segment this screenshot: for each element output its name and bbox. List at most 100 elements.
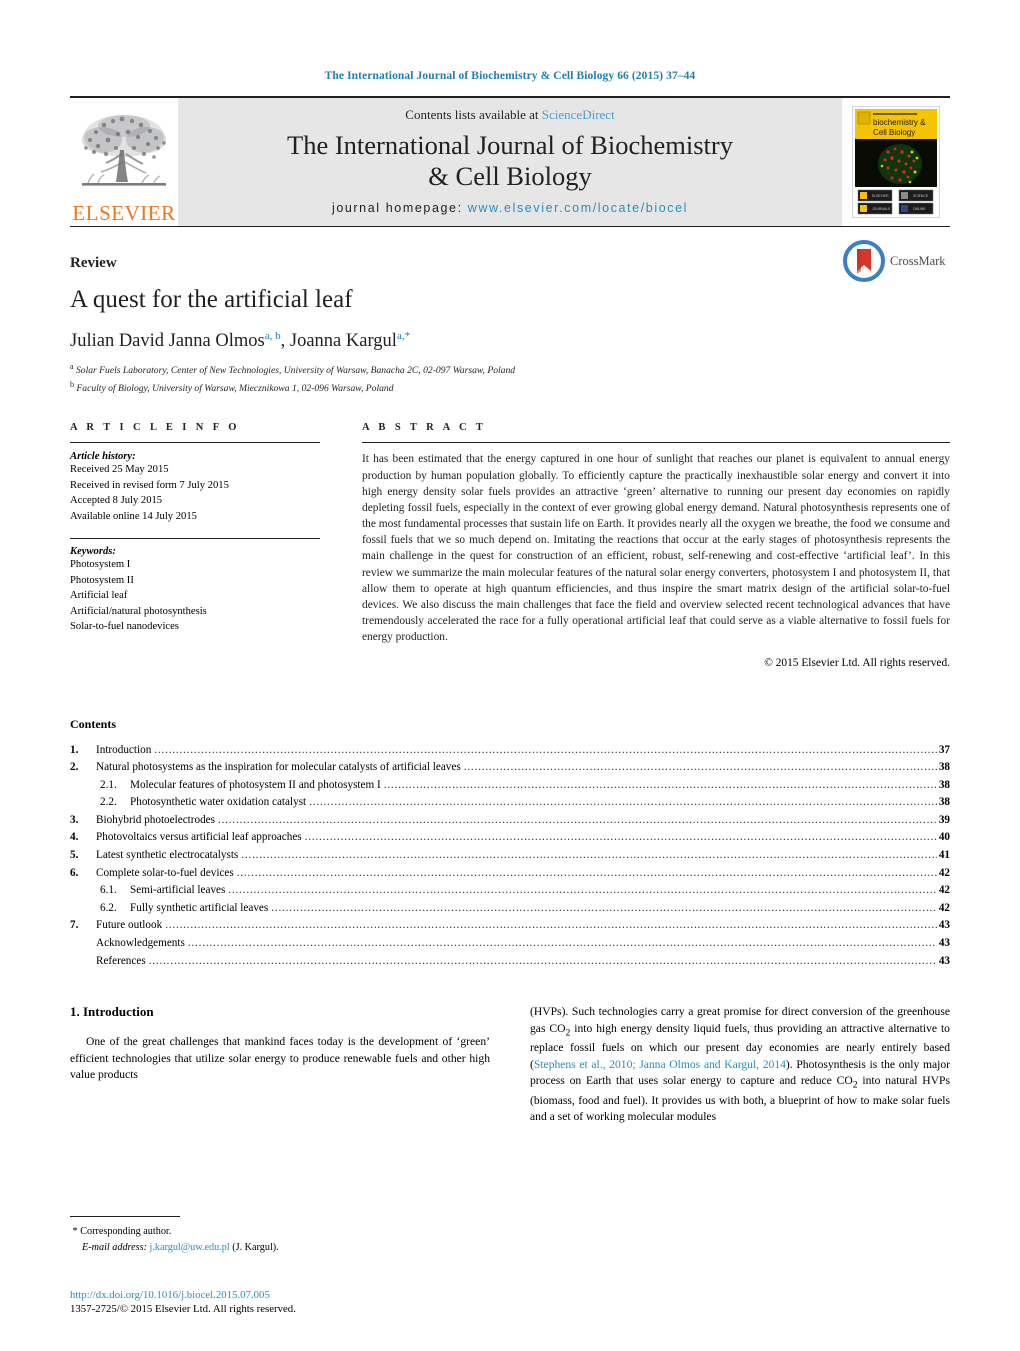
- toc-entry[interactable]: 2.1. Molecular features of photosystem II…: [70, 777, 950, 795]
- article-type-label: Review: [70, 255, 117, 271]
- affiliation-a-marker: a: [70, 362, 74, 372]
- toc-entry[interactable]: 6.2. Fully synthetic artificial leaves...…: [70, 900, 950, 918]
- toc-leader-dots: ........................................…: [309, 796, 937, 809]
- corresponding-author-footnote: * Corresponding author. E-mail address: …: [70, 1216, 470, 1255]
- toc-entry-label: Acknowledgements: [96, 936, 185, 949]
- svg-text:SCIENCE: SCIENCE: [913, 194, 929, 198]
- introduction-heading: 1. Introduction: [70, 1004, 154, 1020]
- toc-entry-page: 41: [938, 849, 950, 862]
- keyword-item: Artificial/natural photosynthesis: [70, 605, 207, 617]
- toc-entry-number: 6.1.: [100, 884, 117, 897]
- journal-homepage-url[interactable]: www.elsevier.com/locate/biocel: [468, 201, 688, 215]
- toc-entry[interactable]: 3. Biohybrid photoelectrodes.............…: [70, 812, 950, 830]
- email-line: E-mail address: j.kargul@uw.edu.pl (J. K…: [70, 1240, 470, 1255]
- journal-homepage-line: journal homepage: www.elsevier.com/locat…: [332, 201, 688, 215]
- email-link[interactable]: j.kargul@uw.edu.pl: [150, 1242, 230, 1253]
- toc-entry-label: Natural photosystems as the inspiration …: [96, 761, 461, 774]
- toc-entry[interactable]: 4. Photovoltaics versus artificial leaf a…: [70, 829, 950, 847]
- toc-entry-page: 38: [938, 796, 950, 809]
- svg-text:JOURNALS: JOURNALS: [872, 207, 891, 211]
- doi-block: http://dx.doi.org/10.1016/j.biocel.2015.…: [70, 1289, 500, 1315]
- toc-entry-page: 42: [938, 884, 950, 897]
- running-head: The International Journal of Biochemistr…: [324, 70, 696, 82]
- contents-available-line: Contents lists available at ScienceDirec…: [405, 107, 614, 123]
- crossmark-label: CrossMark: [890, 253, 946, 268]
- toc-entry-number: 1.: [70, 743, 79, 756]
- toc-entry-label: Photosynthetic water oxidation catalyst: [130, 796, 307, 809]
- info-abstract-region: A R T I C L E I N F O Article history: R…: [70, 422, 950, 669]
- abstract-rule: [362, 442, 950, 444]
- author-list: Julian David Janna Olmosa, b, Joanna Kar…: [70, 330, 950, 352]
- toc-entry[interactable]: 7. Future outlook........................…: [70, 917, 950, 935]
- history-revised: Received in revised form 7 July 2015: [70, 479, 229, 491]
- affiliation-b-marker: b: [70, 380, 74, 390]
- masthead-center: Contents lists available at ScienceDirec…: [178, 98, 842, 226]
- article-history-label: Article history:: [70, 451, 136, 463]
- email-owner: (J. Kargul).: [232, 1241, 279, 1253]
- toc-entry[interactable]: 6. Complete solar-to-fuel devices........…: [70, 865, 950, 883]
- article-title: A quest for the artificial leaf: [70, 286, 353, 313]
- sciencedirect-link[interactable]: ScienceDirect: [542, 107, 615, 122]
- toc-entry-label: Introduction: [96, 743, 152, 756]
- affiliation-b: b Faculty of Biology, University of Wars…: [70, 379, 950, 396]
- keyword-item: Artificial leaf: [70, 590, 128, 602]
- toc-entry-label: Molecular features of photosystem II and…: [130, 778, 381, 791]
- abstract-text: It has been estimated that the energy ca…: [362, 453, 950, 644]
- toc-leader-dots: ........................................…: [165, 919, 937, 932]
- contents-heading: Contents: [70, 716, 117, 731]
- author-1-affiliation-marker: a, b: [264, 330, 281, 342]
- abstract-heading: A B S T R A C T: [362, 422, 487, 434]
- toc-entry-label: Latest synthetic electrocatalysts: [96, 849, 239, 862]
- body-columns: 1. Introduction One of the great challen…: [70, 1004, 950, 1126]
- email-label: E-mail address:: [82, 1241, 147, 1253]
- svg-text:biochemistry &: biochemistry &: [873, 118, 926, 127]
- crossmark-icon: [843, 240, 885, 282]
- article-title-block: Review A quest for the artificial leaf J…: [70, 227, 950, 396]
- toc-entry-label: Photovoltaics versus artificial leaf app…: [96, 831, 302, 844]
- toc-entry-page: 42: [938, 866, 950, 879]
- issn-copyright-line: 1357-2725/© 2015 Elsevier Ltd. All right…: [70, 1303, 296, 1315]
- author-2-affiliation-marker: a,*: [396, 330, 411, 342]
- toc-entry-number: 2.: [70, 761, 79, 774]
- toc-leader-dots: ........................................…: [271, 901, 937, 914]
- contents-available-label: Contents lists available at: [405, 107, 542, 123]
- elsevier-tree-icon: [82, 115, 166, 186]
- toc-entry[interactable]: 2. Natural photosystems as the inspiratio…: [70, 759, 950, 777]
- toc-entry-label: Semi-artificial leaves: [130, 884, 226, 897]
- svg-text:ELSEVIER: ELSEVIER: [872, 194, 889, 198]
- toc-entry-number: 2.2.: [100, 796, 117, 809]
- affiliation-a: a Solar Fuels Laboratory, Center of New …: [70, 361, 950, 378]
- toc-entry[interactable]: 5. Latest synthetic electrocatalysts.....…: [70, 847, 950, 865]
- affiliation-a-text: Solar Fuels Laboratory, Center of New Te…: [75, 365, 516, 377]
- crossmark-badge[interactable]: CrossMark: [842, 235, 950, 287]
- journal-cover-image: biochemistry & Cell Biology ELSEVIER SCI…: [852, 106, 940, 218]
- table-of-contents: 1. Introduction..........................…: [70, 742, 950, 971]
- journal-title-line-2: & Cell Biology: [428, 161, 592, 191]
- toc-entry-label: Fully synthetic artificial leaves: [130, 901, 269, 914]
- body-right-column: (HVPs). Such technologies carry a great …: [530, 1004, 950, 1126]
- toc-entry[interactable]: 2.2. Photosynthetic water oxidation catal…: [70, 794, 950, 812]
- toc-entry-number: 6.: [70, 866, 79, 879]
- journal-title: The International Journal of Biochemistr…: [287, 130, 733, 191]
- toc-entry-label: Biohybrid photoelectrodes: [96, 813, 215, 826]
- toc-entry[interactable]: 6.1. Semi-artificial leaves..............…: [70, 882, 950, 900]
- toc-entry-number: 5.: [70, 849, 79, 862]
- toc-leader-dots: ........................................…: [383, 778, 937, 791]
- elsevier-wordmark: ELSEVIER: [72, 201, 176, 225]
- toc-entry[interactable]: 1. Introduction..........................…: [70, 742, 950, 760]
- journal-article-page: The International Journal of Biochemistr…: [0, 0, 1020, 1351]
- corresponding-marker: *: [72, 1226, 78, 1238]
- author-1-name: Julian David Janna Olmos: [70, 331, 265, 352]
- doi-link[interactable]: http://dx.doi.org/10.1016/j.biocel.2015.…: [70, 1289, 500, 1301]
- toc-entry-page: 43: [938, 954, 950, 967]
- citation-link[interactable]: Stephens et al., 2010; Janna Olmos and K…: [534, 1058, 786, 1071]
- keywords-label: Keywords:: [70, 546, 116, 558]
- toc-entry-number: 6.2.: [100, 901, 117, 914]
- toc-entry-label: Future outlook: [96, 919, 163, 932]
- journal-masthead: ELSEVIER Contents lists available at Sci…: [70, 96, 950, 226]
- introduction-paragraph-left: One of the great challenges that mankind…: [70, 1035, 490, 1082]
- toc-entry-label: References: [96, 954, 146, 967]
- keyword-item: Photosystem I: [70, 559, 131, 571]
- toc-entry[interactable]: References..............................…: [70, 953, 950, 971]
- toc-entry[interactable]: Acknowledgements........................…: [70, 935, 950, 953]
